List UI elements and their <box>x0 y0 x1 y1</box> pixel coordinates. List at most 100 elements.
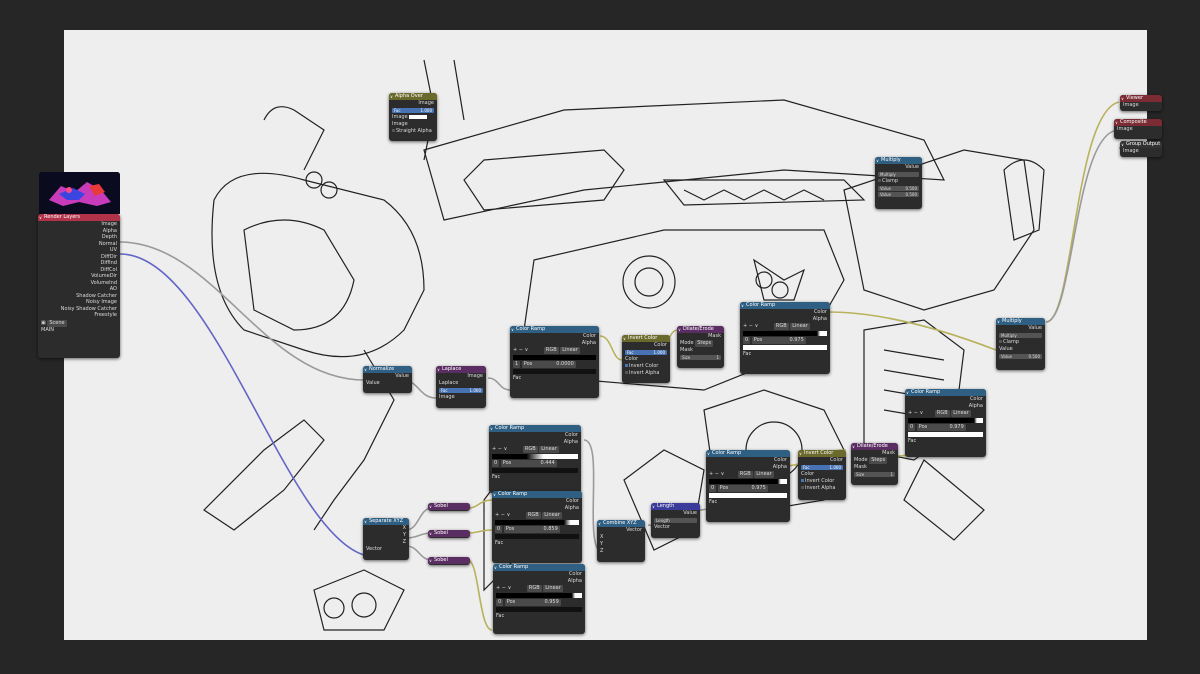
color-ramp-node-1[interactable]: Color Ramp Color Alpha + − ∨ RGB Linear … <box>510 326 599 398</box>
dilate-erode-header[interactable]: Dilate/Erode <box>677 326 724 333</box>
ramp-gradient-bar[interactable] <box>743 331 827 336</box>
ramp-menu-button[interactable]: ∨ <box>508 585 512 591</box>
multiply-operation[interactable]: Multiply <box>878 172 919 177</box>
multiply-clamp-checkbox[interactable]: Clamp <box>996 339 1045 346</box>
remove-stop-button[interactable]: − <box>715 471 719 477</box>
invert-color-checkbox[interactable]: Invert Color <box>798 478 846 485</box>
ramp-color-field[interactable] <box>492 468 578 473</box>
dilate-erode-node-1[interactable]: Dilate/Erode Mask Mode Steps Mask Size 1 <box>677 326 724 368</box>
checkbox-icon[interactable] <box>878 179 881 182</box>
color-ramp-header[interactable]: Color Ramp <box>489 425 581 432</box>
checkbox-icon[interactable] <box>625 371 628 374</box>
invert-color-checkbox[interactable]: Invert Color <box>622 363 670 370</box>
composite-node[interactable]: Composite Image <box>1114 119 1162 139</box>
invert-alpha-checkbox[interactable]: Invert Alpha <box>798 485 846 492</box>
invert-fac[interactable]: Fac 1.000 <box>625 350 667 355</box>
remove-stop-button[interactable]: − <box>519 347 523 353</box>
stop-index[interactable]: 0 <box>492 460 500 467</box>
ramp-interp-select[interactable]: Linear <box>539 446 559 453</box>
dilate-erode-node-2[interactable]: Dilate/Erode Mask Mode Steps Mask Size 1 <box>851 443 898 485</box>
render-layers-header[interactable]: Render Layers <box>38 214 120 221</box>
add-stop-button[interactable]: + <box>495 512 499 518</box>
ramp-gradient-bar[interactable] <box>709 479 787 484</box>
multiply-node-2[interactable]: Multiply Value Multiply Clamp Value Valu… <box>996 318 1045 370</box>
color-ramp-node-6[interactable]: Color Ramp Color Alpha + − ∨ RGB Linear … <box>492 491 582 563</box>
remove-stop-button[interactable]: − <box>501 512 505 518</box>
color-ramp-header[interactable]: Color Ramp <box>510 326 599 333</box>
color-ramp-header[interactable]: Color Ramp <box>740 302 830 309</box>
stop-position[interactable]: Pos 0.959 <box>504 599 561 606</box>
multiply-header[interactable]: Multiply <box>996 318 1045 325</box>
ramp-color-field[interactable] <box>496 607 582 612</box>
stop-position[interactable]: Pos 0.444 <box>500 460 557 467</box>
color-ramp-header[interactable]: Color Ramp <box>905 389 986 396</box>
ramp-mode-select[interactable]: RGB <box>543 347 559 354</box>
ramp-gradient-bar[interactable] <box>513 355 596 360</box>
sobel-header[interactable]: Sobel <box>428 530 470 537</box>
stop-index[interactable]: 0 <box>496 599 504 606</box>
alpha-over-header[interactable]: Alpha Over <box>389 93 437 100</box>
multiply-operation[interactable]: Multiply <box>999 333 1042 338</box>
separate-header[interactable]: Separate XYZ <box>363 518 409 525</box>
laplace-type-select[interactable]: Laplace <box>436 380 486 387</box>
color-ramp-node-4[interactable]: Color Ramp Color Alpha + − ∨ RGB Linear … <box>706 450 790 522</box>
combine-header[interactable]: Combine XYZ <box>597 520 645 527</box>
ramp-gradient-bar[interactable] <box>908 418 983 423</box>
length-header[interactable]: Length <box>651 503 700 510</box>
ramp-mode-select[interactable]: RGB <box>934 410 950 417</box>
ramp-menu-button[interactable]: ∨ <box>721 471 725 477</box>
ramp-menu-button[interactable]: ∨ <box>507 512 511 518</box>
render-layers-node[interactable]: Render Layers ImageAlphaDepthNormalUVDif… <box>38 214 120 358</box>
viewer-header[interactable]: Viewer <box>1120 95 1162 102</box>
dilate-mode[interactable]: Mode Steps <box>677 340 724 347</box>
ramp-interp-select[interactable]: Linear <box>754 471 774 478</box>
scene-selector[interactable]: ▣ Scene <box>38 319 120 327</box>
multiply-value-1[interactable]: Value 0.500 <box>878 186 919 191</box>
alpha-over-fac[interactable]: Fac 1.000 <box>392 108 434 113</box>
sobel-node-2[interactable]: Sobel <box>428 530 470 538</box>
add-stop-button[interactable]: + <box>492 446 496 452</box>
checkbox-icon[interactable] <box>625 364 628 367</box>
add-stop-button[interactable]: + <box>513 347 517 353</box>
laplace-fac[interactable]: Fac 1.000 <box>439 388 483 393</box>
stop-position[interactable]: Pos 0.859 <box>503 526 560 533</box>
laplace-filter-node[interactable]: Laplace Image Laplace Fac 1.000 Image <box>436 366 486 408</box>
normalize-node[interactable]: Normalize Value Value <box>363 366 412 393</box>
ramp-mode-select[interactable]: RGB <box>526 585 542 592</box>
remove-stop-button[interactable]: − <box>914 410 918 416</box>
invert-fac[interactable]: Fac 1.000 <box>801 465 843 470</box>
dilate-size[interactable]: Size 1 <box>854 472 895 477</box>
alpha-over-node[interactable]: Alpha Over Image Fac 1.000 Image Image S… <box>389 93 437 141</box>
ramp-menu-button[interactable]: ∨ <box>920 410 924 416</box>
sobel-node-1[interactable]: Sobel <box>428 503 470 511</box>
checkbox-icon[interactable] <box>392 129 395 132</box>
remove-stop-button[interactable]: − <box>498 446 502 452</box>
ramp-mode-select[interactable]: RGB <box>773 323 789 330</box>
mode-value[interactable]: Steps <box>869 457 888 464</box>
invert-color-header[interactable]: Invert Color <box>622 335 670 342</box>
add-stop-button[interactable]: + <box>743 323 747 329</box>
sobel-header[interactable]: Sobel <box>428 503 470 510</box>
remove-stop-button[interactable]: − <box>502 585 506 591</box>
ramp-mode-select[interactable]: RGB <box>522 446 538 453</box>
normalize-header[interactable]: Normalize <box>363 366 412 373</box>
combine-xyz-node[interactable]: Combine XYZ Vector X Y Z <box>597 520 645 562</box>
color-ramp-header[interactable]: Color Ramp <box>493 564 585 571</box>
sobel-header[interactable]: Sobel <box>428 557 470 564</box>
composite-header[interactable]: Composite <box>1114 119 1162 126</box>
add-stop-button[interactable]: + <box>908 410 912 416</box>
separate-xyz-node[interactable]: Separate XYZ X Y Z Vector <box>363 518 409 560</box>
ramp-color-field[interactable] <box>513 369 596 374</box>
ramp-menu-button[interactable]: ∨ <box>504 446 508 452</box>
invert-color-node-2[interactable]: Invert Color Color Fac 1.000 Color Inver… <box>798 450 846 500</box>
stop-index[interactable]: 1 <box>513 361 521 368</box>
checkbox-icon[interactable] <box>999 340 1002 343</box>
length-operation[interactable]: Length <box>654 518 697 523</box>
color-ramp-header[interactable]: Color Ramp <box>706 450 790 457</box>
stop-index[interactable]: 0 <box>709 485 717 492</box>
group-output-header[interactable]: Group Output <box>1120 141 1162 148</box>
laplace-header[interactable]: Laplace <box>436 366 486 373</box>
ramp-interp-select[interactable]: Linear <box>560 347 580 354</box>
multiply-clamp-checkbox[interactable]: Clamp <box>875 178 922 185</box>
stop-index[interactable]: 0 <box>743 337 751 344</box>
